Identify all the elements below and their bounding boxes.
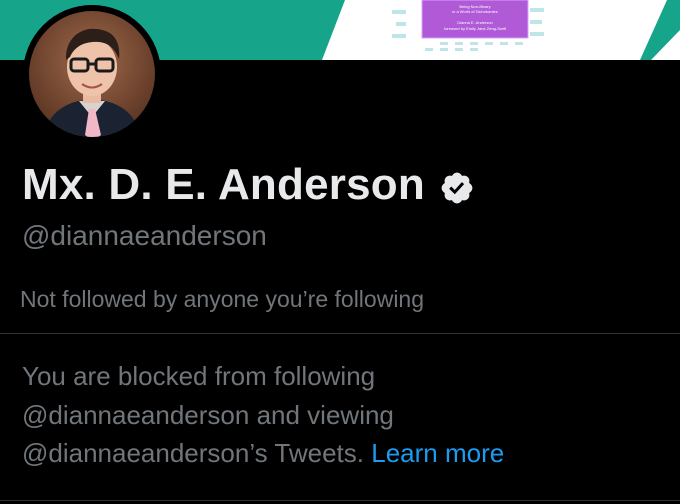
followed-by-status: Not followed by anyone you’re following — [20, 286, 425, 312]
blocked-line-1: You are blocked from following — [22, 361, 376, 391]
blocked-line-2: @diannaeanderson and viewing — [22, 399, 394, 430]
blocked-line-3: @diannaeanderson’s Tweets. — [22, 438, 364, 468]
avatar[interactable] — [23, 5, 161, 143]
blocked-line-3-container: @diannaeanderson’s Tweets. Learn more — [22, 434, 672, 473]
verified-badge-icon[interactable] — [439, 167, 475, 204]
book-foreword: foreword by Emily Jane Zeng-Swift — [444, 26, 506, 31]
book-cover: Being Non-Binary in a World of Dichotomi… — [422, 0, 528, 38]
learn-more-link[interactable]: Learn more — [371, 438, 504, 468]
blocked-message: You are blocked from following @diannaea… — [22, 357, 672, 473]
profile-name-row: Mx. D. E. Anderson — [22, 160, 475, 210]
display-name: Mx. D. E. Anderson — [22, 160, 425, 209]
divider-bottom — [0, 500, 680, 501]
book-title-line2: in a World of Dichotomies — [452, 9, 498, 14]
book-author: Dianna E. Anderson — [457, 20, 493, 25]
profile-handle: @diannaeanderson — [22, 220, 267, 251]
divider — [0, 333, 680, 334]
avatar-image — [23, 5, 161, 143]
